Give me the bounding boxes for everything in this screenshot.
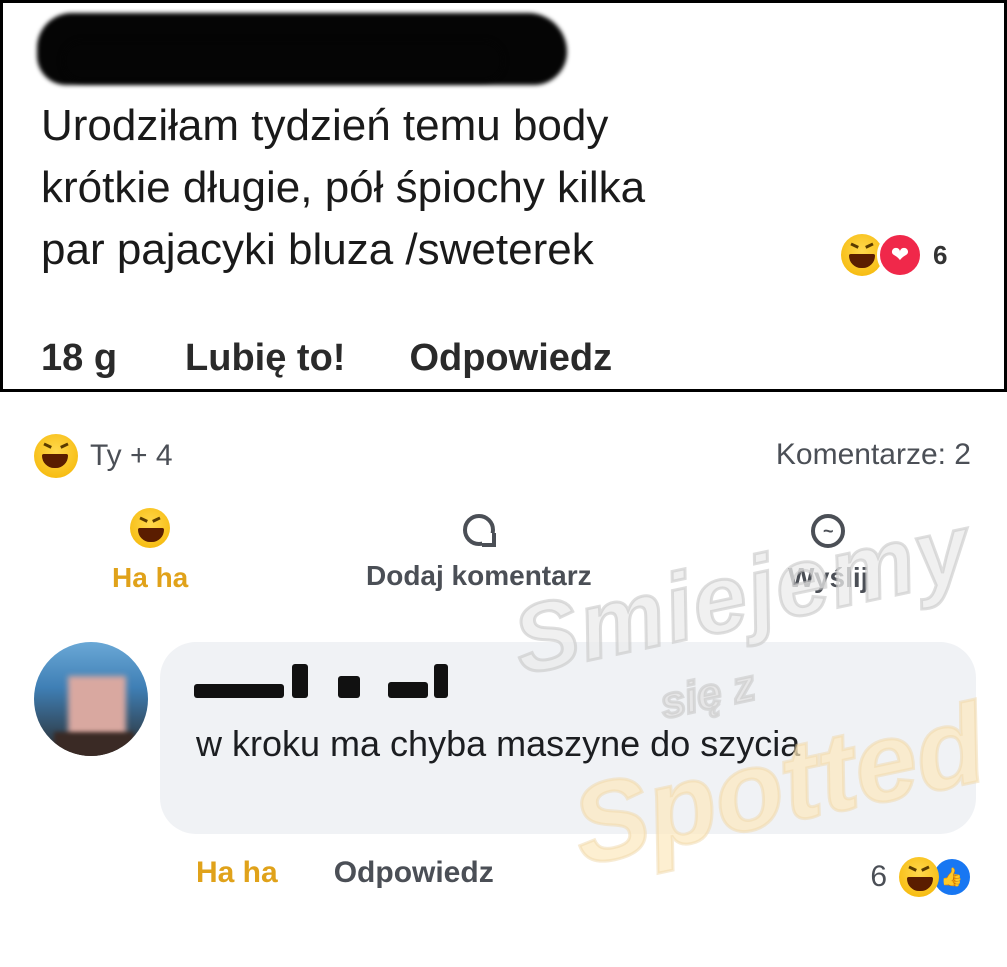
redacted-name-smudge [63,41,503,81]
original-comment-panel: Urodziłam tydzień temu body krótkie dług… [0,0,1007,392]
avatar[interactable] [34,642,148,756]
comment-time: 18 g [41,336,118,379]
comment-line: par pajacyki bluza /sweterek [41,225,594,274]
post-action-bar: Ha ha Dodaj komentarz ~ Wyślij [0,508,1007,618]
reply-link[interactable]: Odpowiedz [334,856,494,890]
haha-emoji-icon [899,857,939,897]
reactions-summary-text: Ty + 4 [90,439,173,472]
haha-label: Ha ha [112,562,189,593]
add-comment-button[interactable]: Dodaj komentarz [366,508,592,592]
comment-bubble: w kroku ma chyba maszyne do szycia [160,642,976,834]
blurred-face [68,676,126,740]
original-comment-actions: 18 g Lubię to! Odpowiedz [41,333,676,383]
reaction-count: 6 [870,860,887,893]
send-button[interactable]: ~ Wyślij [788,508,868,594]
love-heart-icon: ❤ [877,232,923,278]
haha-emoji-icon [130,508,171,548]
comment-actions: Ha ha Odpowiedz [196,856,494,890]
haha-emoji-icon [34,434,78,478]
messenger-icon: ~ [811,514,846,548]
reaction-count: 6 [933,239,948,270]
comment-text: w kroku ma chyba maszyne do szycia [196,723,801,764]
add-comment-label: Dodaj komentarz [366,560,592,591]
comment-bubble-icon [462,514,496,547]
comment-reactions[interactable]: 6 👍 [870,856,973,898]
original-comment-reactions[interactable]: ❤ 6 [841,230,947,280]
like-link[interactable]: Lubię to! [185,337,345,380]
send-label: Wyślij [788,562,869,593]
comments-count[interactable]: Komentarze: 2 [776,438,971,472]
post-reactions-summary[interactable]: Ty + 4 [34,432,173,480]
reply-link[interactable]: Odpowiedz [409,337,612,380]
redacted-commenter-name[interactable] [194,658,474,698]
comment-line: Urodziłam tydzień temu body [41,101,609,150]
haha-link[interactable]: Ha ha [196,856,278,890]
original-comment-text: Urodziłam tydzień temu body krótkie dług… [41,95,841,281]
blurred-shoulders [54,732,134,756]
comment-line: krótkie długie, pół śpiochy kilka [41,163,646,212]
haha-button[interactable]: Ha ha [112,508,188,594]
